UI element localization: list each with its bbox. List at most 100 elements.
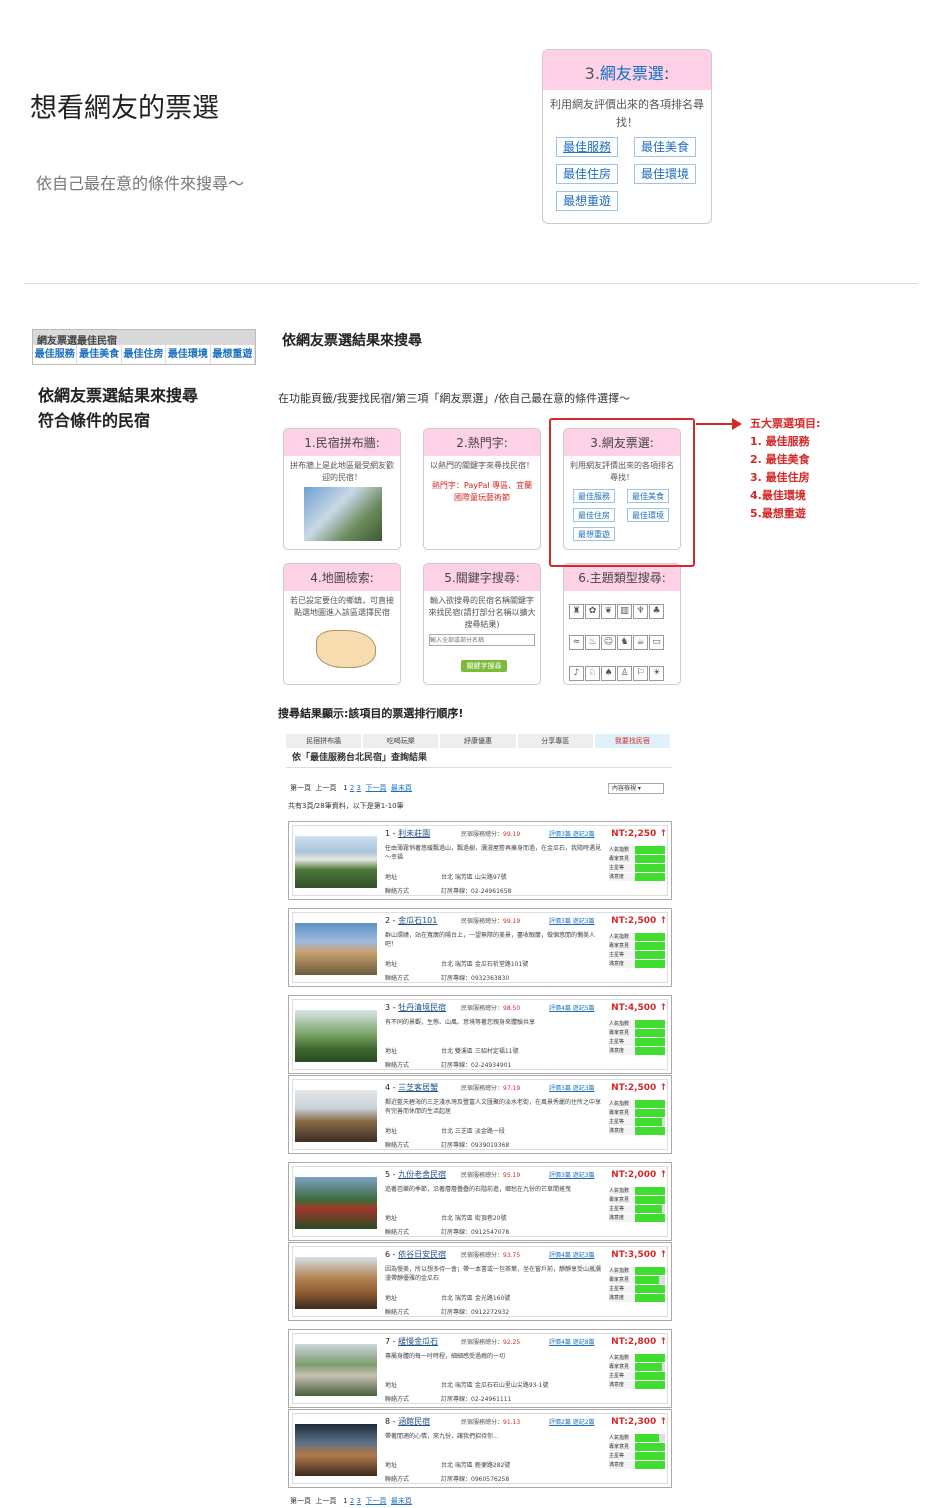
- pager-page-3[interactable]: 3: [357, 1497, 361, 1505]
- address-label: 地址: [385, 874, 398, 881]
- pager-next[interactable]: 下一頁: [365, 784, 386, 792]
- music-icon[interactable]: ♪: [569, 666, 584, 681]
- pet-icon[interactable]: ♞: [617, 635, 632, 650]
- pager-first[interactable]: 第一頁: [290, 784, 311, 792]
- bnb-title[interactable]: 8 - 涵館民宿: [385, 1416, 430, 1427]
- building-icon[interactable]: ▥: [617, 604, 632, 619]
- rating-meter: 人氣指數: [609, 1187, 667, 1195]
- bnb-review-links[interactable]: 評價3篇 遊記3篇: [549, 916, 595, 925]
- mini-tab-service[interactable]: 最佳服務: [33, 345, 78, 364]
- bnb-review-links[interactable]: 評價4篇 遊記5篇: [549, 1003, 595, 1012]
- pager-last[interactable]: 最末頁: [391, 784, 412, 792]
- elephant-icon[interactable]: ♘: [585, 666, 600, 681]
- bnb-title[interactable]: 7 - 緩慢金瓜石: [385, 1336, 438, 1347]
- pager-first[interactable]: 第一頁: [290, 1497, 311, 1505]
- castle-icon[interactable]: ♜: [569, 604, 584, 619]
- bnb-review-links[interactable]: 評價3篇 遊記3篇: [549, 1170, 595, 1179]
- result-item[interactable]: 3 - 牡丹清境民宿 民宿服務總分：98.50 評價4篇 遊記5篇 NT:4,500 …: [288, 995, 672, 1074]
- bnb-photo[interactable]: [295, 1257, 377, 1309]
- leaf-icon[interactable]: ❦: [601, 604, 616, 619]
- bnb-photo[interactable]: [295, 1424, 377, 1476]
- flower-icon[interactable]: ✿: [585, 604, 600, 619]
- mini-tab-environment[interactable]: 最佳環境: [166, 345, 211, 364]
- sport-icon[interactable]: ⚐: [633, 666, 648, 681]
- pager-page-2[interactable]: 2: [350, 1497, 354, 1505]
- bnb-photo[interactable]: [295, 1010, 377, 1062]
- bnb-title[interactable]: 2 - 金瓜石101: [385, 915, 437, 926]
- best-environment-button[interactable]: 最佳環境: [634, 164, 696, 184]
- tree-icon[interactable]: ♠: [601, 666, 616, 681]
- result-item[interactable]: 6 - 依谷日安民宿 民宿服務總分：93.75 評價4篇 遊記3篇 NT:3,500 …: [288, 1242, 672, 1321]
- rating-meters: 人氣指數 專家意見 主星等 滿意度: [609, 1354, 667, 1390]
- result-item[interactable]: 4 - 三芝客居蟹 民宿服務總分：97.19 評價3篇 遊記3篇 NT:2,500 ↑…: [288, 1075, 672, 1154]
- bnb-photo[interactable]: [295, 1177, 377, 1229]
- wave-icon[interactable]: ≈: [569, 635, 584, 650]
- result-item[interactable]: 7 - 緩慢金瓜石 民宿服務總分：92.25 評價4篇 遊記8篇 NT:2,800 ↑…: [288, 1329, 672, 1408]
- bnb-photo[interactable]: [295, 836, 377, 888]
- bnb-photo[interactable]: [295, 1090, 377, 1142]
- bnb-photo[interactable]: [295, 1344, 377, 1396]
- mini-tab-food[interactable]: 最佳美食: [77, 345, 122, 364]
- mini-tab-revisit[interactable]: 最想重遊: [211, 345, 256, 364]
- tab-patchwork[interactable]: 民宿拼布牆: [286, 734, 364, 748]
- tab-share[interactable]: 分享專區: [517, 734, 595, 748]
- bnb-score: 民宿服務總分：92.25: [461, 1339, 521, 1346]
- bnb-title[interactable]: 4 - 三芝客居蟹: [385, 1082, 438, 1093]
- result-item[interactable]: 1 - 利未莊園 民宿服務總分：99.19 評價3篇 遊記2篇 NT:2,250 ↑ 任…: [288, 821, 672, 900]
- pager-last[interactable]: 最末頁: [391, 1497, 412, 1505]
- best-food-button[interactable]: 最佳美食: [634, 137, 696, 157]
- mini-vote-widget: 網友票選最佳民宿 最佳服務 最佳美食 最佳住房 最佳環境 最想重遊: [32, 329, 256, 365]
- spa-icon[interactable]: ♨: [585, 635, 600, 650]
- pager-page-1[interactable]: 1: [343, 784, 347, 792]
- best-room-button[interactable]: 最佳住房: [556, 164, 618, 184]
- bnb-title[interactable]: 1 - 利未莊園: [385, 828, 430, 839]
- search-card-theme[interactable]: 6.主題類型搜尋: ♜ ✿ ❦ ▥ ♆ ♣ ≈ ♨ ☺ ♞ ☕ ▭ ♪ ♘ ♠ ♙ ⚐ ☀: [563, 563, 681, 685]
- person-icon[interactable]: ♙: [617, 666, 632, 681]
- bnb-title[interactable]: 3 - 牡丹清境民宿: [385, 1002, 446, 1013]
- dining-icon[interactable]: ♆: [633, 604, 648, 619]
- result-item[interactable]: 8 - 涵館民宿 民宿服務總分：91.13 評價2篇 遊記2篇 NT:2,300 ↑ 帶…: [288, 1409, 672, 1488]
- most-revisit-button[interactable]: 最想重遊: [556, 191, 618, 211]
- tea-icon[interactable]: ☕: [633, 635, 648, 650]
- family-icon[interactable]: ☺: [601, 635, 616, 650]
- bnb-review-links[interactable]: 評價3篇 遊記3篇: [549, 1083, 595, 1092]
- bnb-review-links[interactable]: 評價4篇 遊記8篇: [549, 1337, 595, 1346]
- keyword-search-button[interactable]: 關鍵字搜尋: [461, 660, 507, 672]
- best-service-button[interactable]: 最佳服務: [556, 137, 618, 157]
- contact-value: 訂房專線：02-24934901: [441, 1062, 512, 1069]
- map-icon[interactable]: [316, 630, 376, 668]
- bnb-title[interactable]: 6 - 依谷日安民宿: [385, 1249, 446, 1260]
- top-pager: 第一頁 上一頁 1 2 3 下一頁 最末頁: [290, 781, 412, 795]
- pager-page-1[interactable]: 1: [343, 1497, 347, 1505]
- rating-meters: 人氣指數 專家意見 主星等 滿意度: [609, 1100, 667, 1136]
- bnb-review-links[interactable]: 評價3篇 遊記2篇: [549, 829, 595, 838]
- bnb-title[interactable]: 5 - 九份老舍民宿: [385, 1169, 446, 1180]
- result-item[interactable]: 5 - 九份老舍民宿 民宿服務總分：95.19 評價3篇 遊記3篇 NT:2,000 …: [288, 1162, 672, 1241]
- palm-icon[interactable]: ♣: [649, 604, 664, 619]
- result-item[interactable]: 2 - 金瓜石101 民宿服務總分：99.19 評價3篇 遊記3篇 NT:2,500 …: [288, 908, 672, 987]
- tv-icon[interactable]: ▭: [649, 635, 664, 650]
- bnb-review-links[interactable]: 評價2篇 遊記2篇: [549, 1417, 595, 1426]
- pager-next[interactable]: 下一頁: [365, 1497, 386, 1505]
- pager-prev[interactable]: 上一頁: [315, 784, 336, 792]
- keyword-input[interactable]: [429, 634, 535, 646]
- rating-meter: 主星等: [609, 1372, 667, 1380]
- pager-page-2[interactable]: 2: [350, 784, 354, 792]
- tab-deals[interactable]: 紓康優惠: [440, 734, 518, 748]
- rating-fill: [635, 1100, 665, 1108]
- search-card-map[interactable]: 4.地圖檢索: 若已設定要住的鄉鎮，可直接點選地圖進入該區選擇民宿: [283, 563, 401, 685]
- bnb-photo[interactable]: [295, 923, 377, 975]
- pager-prev[interactable]: 上一頁: [315, 1497, 336, 1505]
- tab-food-fun[interactable]: 吃喝玩樂: [363, 734, 441, 748]
- vote-card-large: 3.網友票選: 利用網友評價出來的各項排名尋找！ 最佳服務 最佳美食 最佳住房 …: [542, 49, 712, 224]
- mini-tab-room[interactable]: 最佳住房: [122, 345, 167, 364]
- search-card-hot-words[interactable]: 2.熱門字: 以熱門的關鍵字來尋找民宿！ 熱門字：PayPal 專區、宜蘭國際童…: [423, 428, 541, 550]
- section-divider: [24, 283, 918, 284]
- search-card-keyword[interactable]: 5.關鍵字搜尋: 輸入欲搜尋的民宿名稱關鍵字來找民宿(請打部分名稱以擴大搜尋結果…: [423, 563, 541, 685]
- bnb-review-links[interactable]: 評價4篇 遊記3篇: [549, 1250, 595, 1259]
- tab-find-bnb[interactable]: 我要找民宿: [594, 734, 673, 748]
- pager-page-3[interactable]: 3: [357, 784, 361, 792]
- view-select[interactable]: 內容檢視 ▾: [608, 783, 664, 794]
- beach-icon[interactable]: ☀: [649, 666, 664, 681]
- search-card-patchwork[interactable]: 1.民宿拼布牆: 拼布牆上是此地區最受網友歡迎的民宿！: [283, 428, 401, 550]
